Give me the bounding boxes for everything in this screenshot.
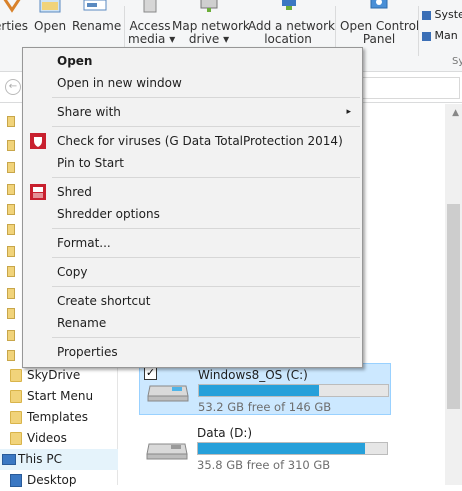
drive-usage-bar <box>198 384 389 397</box>
shortcut-icon <box>7 246 15 257</box>
add-network-location-label: Add a network location <box>248 19 335 46</box>
drive-free-space: 53.2 GB free of 146 GB <box>198 400 332 414</box>
menu-item-open[interactable]: Open <box>25 50 360 72</box>
map-network-drive-label: Map network drive ▾ <box>172 19 250 46</box>
open-control-panel-label: Open Control Panel <box>340 19 420 46</box>
menu-separator <box>52 126 360 127</box>
rename-label: Rename <box>72 19 122 33</box>
computer-icon <box>2 454 16 465</box>
system-icon <box>422 10 431 20</box>
nav-item-videos[interactable]: Videos <box>0 428 118 449</box>
nav-item-this-pc[interactable]: This PC <box>0 449 118 470</box>
control-panel-icon <box>370 0 388 9</box>
shredder-icon <box>30 184 46 200</box>
gdata-shield-icon <box>30 133 46 149</box>
menu-item-open-new-window[interactable]: Open in new window <box>25 72 360 94</box>
ribbon-group-label: Sy <box>452 56 462 67</box>
menu-separator <box>52 286 360 287</box>
shortcut-icon <box>7 204 15 215</box>
menu-item-rename[interactable]: Rename <box>25 312 360 334</box>
media-icon <box>143 0 157 13</box>
shortcut-folder-icon <box>10 411 22 424</box>
menu-item-create-shortcut[interactable]: Create shortcut <box>25 290 360 312</box>
folder-icon <box>7 288 15 299</box>
folder-icon <box>7 116 15 127</box>
shortcut-icon <box>7 350 15 361</box>
back-arrow-icon[interactable]: ← <box>5 79 21 95</box>
submenu-arrow-icon: ▸ <box>346 107 351 117</box>
folder-icon <box>10 369 22 382</box>
drive-name: Windows8_OS (C:) <box>198 368 308 382</box>
rename-icon <box>83 0 107 11</box>
shortcut-icon <box>7 266 15 277</box>
menu-item-shredder-options[interactable]: Shredder options <box>25 203 360 225</box>
menu-item-format[interactable]: Format... <box>25 232 360 254</box>
hard-drive-icon <box>146 443 188 460</box>
drive-name: Data (D:) <box>197 426 253 440</box>
scroll-up-icon[interactable]: ▲ <box>452 108 459 118</box>
drive-d[interactable]: Data (D:) 35.8 GB free of 310 GB <box>139 422 391 474</box>
shortcut-icon <box>7 140 15 151</box>
menu-separator <box>52 177 360 178</box>
vertical-scrollbar[interactable]: ▲ <box>445 104 462 485</box>
drive-usage-bar <box>197 442 388 455</box>
menu-item-pin-to-start[interactable]: Pin to Start <box>25 152 360 174</box>
network-location-icon <box>282 0 296 10</box>
drive-free-space: 35.8 GB free of 310 GB <box>197 458 331 472</box>
menu-item-copy[interactable]: Copy <box>25 261 360 283</box>
nav-item-start-menu[interactable]: Start Menu <box>0 386 118 407</box>
shortcut-icon <box>7 308 15 319</box>
access-media-label: Access media ▾ <box>128 19 176 46</box>
hard-drive-icon <box>147 385 189 402</box>
shortcut-icon <box>7 184 15 195</box>
folder-icon <box>7 224 15 235</box>
menu-separator <box>52 257 360 258</box>
menu-item-share-with[interactable]: Share with ▸ <box>25 101 360 123</box>
menu-separator <box>52 97 360 98</box>
context-menu: Open Open in new window Share with ▸ Che… <box>22 47 363 368</box>
scrollbar-thumb[interactable] <box>447 204 460 409</box>
network-drive-icon <box>200 0 218 12</box>
nav-item-skydrive[interactable]: SkyDrive <box>0 365 118 386</box>
ribbon-separator <box>418 6 419 56</box>
nav-item-desktop[interactable]: Desktop <box>0 470 118 491</box>
properties-label: erties <box>0 19 28 33</box>
menu-item-properties[interactable]: Properties <box>25 341 360 363</box>
shortcut-folder-icon <box>10 390 22 403</box>
system-properties-item[interactable]: Syste <box>422 8 462 21</box>
menu-separator <box>52 228 360 229</box>
open-label: Open <box>34 19 67 33</box>
desktop-icon <box>10 474 22 487</box>
folder-icon <box>7 162 15 173</box>
nav-item-templates[interactable]: Templates <box>0 407 118 428</box>
manage-item[interactable]: Man <box>422 29 458 42</box>
drive-c[interactable]: ✓ Windows8_OS (C:) 53.2 GB free of 146 G… <box>139 363 391 415</box>
menu-item-shred[interactable]: Shred <box>25 181 360 203</box>
manage-icon <box>422 31 431 41</box>
folder-icon <box>10 432 22 445</box>
menu-separator <box>52 337 360 338</box>
properties-icon <box>3 0 21 13</box>
folder-icon <box>7 330 15 341</box>
open-icon <box>39 0 61 13</box>
menu-item-check-for-viruses[interactable]: Check for viruses (G Data TotalProtectio… <box>25 130 360 152</box>
